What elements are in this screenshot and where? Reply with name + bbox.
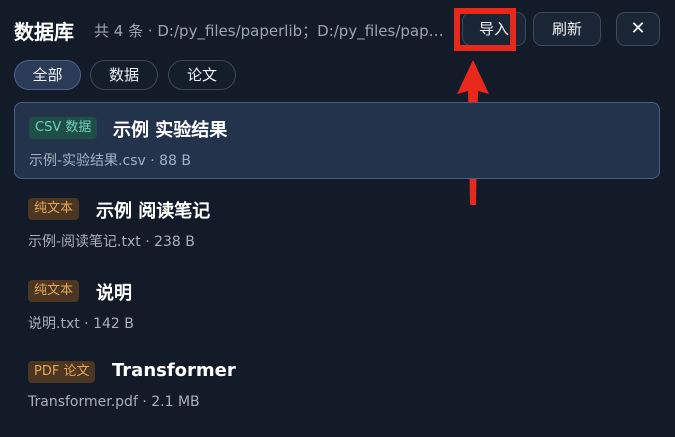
close-button[interactable]: ✕ <box>616 12 660 46</box>
filter-chip-data[interactable]: 数据 <box>90 60 158 90</box>
list-item[interactable]: PDF 论文 Transformer Transformer.pdf · 2.1… <box>14 347 660 424</box>
item-title: 示例 阅读笔记 <box>96 201 211 222</box>
panel-subtitle: 共 4 条 · D:/py_files/paperlib；D:/py_files… <box>94 22 444 40</box>
list-item[interactable]: CSV 数据 示例 实验结果 示例-实验结果.csv · 88 B <box>14 102 660 179</box>
file-type-badge: 纯文本 <box>28 280 80 302</box>
list-item[interactable]: 纯文本 示例 阅读笔记 示例-阅读笔记.txt · 238 B <box>14 184 660 261</box>
file-type-badge: PDF 论文 <box>28 361 96 383</box>
filter-chip-all[interactable]: 全部 <box>14 60 81 90</box>
panel-header: 数据库 共 4 条 · D:/py_files/paperlib；D:/py_f… <box>14 10 664 50</box>
page-title: 数据库 <box>14 20 74 44</box>
close-icon: ✕ <box>630 18 646 39</box>
item-meta: 示例-阅读笔记.txt · 238 B <box>28 234 195 250</box>
database-panel: 数据库 共 4 条 · D:/py_files/paperlib；D:/py_f… <box>0 0 675 437</box>
item-meta: 示例-实验结果.csv · 88 B <box>29 153 191 169</box>
item-meta: Transformer.pdf · 2.1 MB <box>28 394 200 410</box>
item-meta: 说明.txt · 142 B <box>28 316 134 332</box>
file-type-badge: CSV 数据 <box>29 117 98 139</box>
item-title: Transformer <box>112 360 236 381</box>
list-item[interactable]: 纯文本 说明 说明.txt · 142 B <box>14 266 660 343</box>
refresh-button[interactable]: 刷新 <box>533 12 601 46</box>
import-button[interactable]: 导入 <box>462 12 526 46</box>
file-type-badge: 纯文本 <box>28 198 80 220</box>
filter-chip-papers[interactable]: 论文 <box>168 60 236 90</box>
item-title: 示例 实验结果 <box>113 120 228 141</box>
item-title: 说明 <box>96 283 132 304</box>
